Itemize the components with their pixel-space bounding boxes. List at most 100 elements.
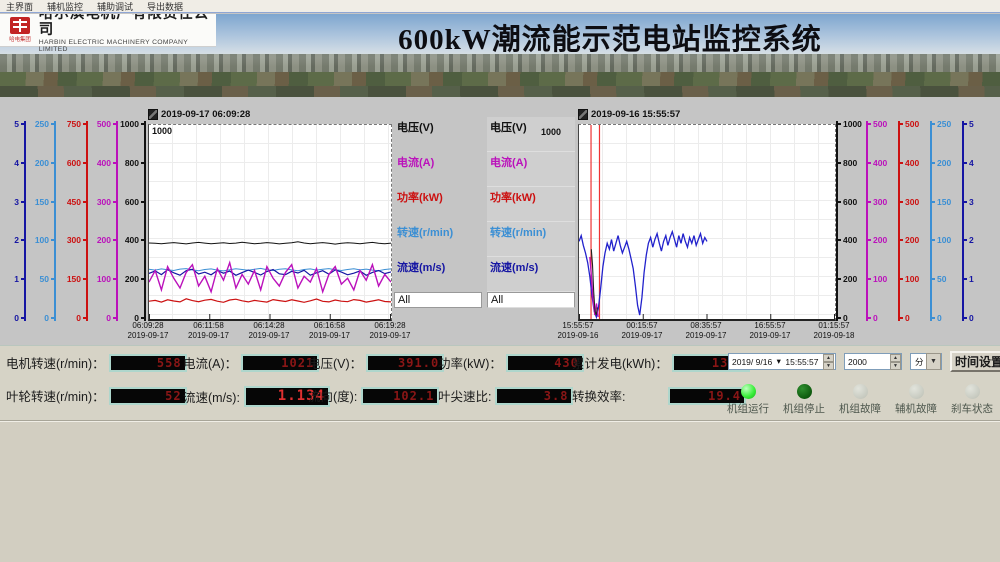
readout-cell: 叶尖速比:3.8 [438,386,573,405]
duration-input[interactable]: 2000 ▲▼ [844,353,902,370]
readout-label: 流速(m/s): [183,387,240,406]
right-x-axis-labels: 15:55:572019-09-1600:15:572019-09-1708:3… [578,321,834,343]
axis-tick-label: 500 [905,119,919,129]
indicator-dim: 机组停止 [776,384,832,416]
indicator-lamp [853,384,868,399]
right-chart-y-axes: 1000800600400200050040030020010005004003… [836,124,988,318]
x-tick-label: 16:55:572019-09-17 [750,321,791,342]
legend-item[interactable]: 电压(V) [487,117,575,152]
indicator-label: 机组运行 [720,401,776,416]
left-chart-y-axes: 5432102502001501005007506004503001500500… [2,124,146,318]
y-axis: 543210 [2,124,26,318]
realtime-trend-chart: 5432102502001501005007506004503001500500… [2,97,480,345]
axis-tick-label: 200 [35,158,49,168]
axis-tick-label: 150 [67,274,81,284]
axis-tick-label: 250 [35,119,49,129]
menu-bar: 主界面 辅机监控 辅助调试 导出数据 [0,0,1000,13]
axis-tick-label: 450 [67,197,81,207]
legend-item[interactable]: 功率(kW) [394,187,482,222]
indicator-lamp [741,384,756,399]
readout-cell: 功率(kW)：430 [438,353,584,372]
axis-tick-label: 1000 [843,119,862,129]
menu-item[interactable]: 主界面 [6,0,33,13]
axis-tick-label: 400 [125,235,139,245]
axis-tick-label: 300 [67,235,81,245]
chart-band: 5432102502001501005007506004503001500500… [0,97,1000,345]
readout-cell: 流向(度):102.1 [308,386,439,405]
axis-tick-label: 200 [97,235,111,245]
legend-item[interactable]: 流速(m/s) [487,257,575,292]
y-axis: 10008006004002000 [118,124,146,318]
trend-tool-icon[interactable] [148,109,158,120]
axis-tick-label: 0 [14,313,19,323]
legend-item[interactable]: All [487,292,575,308]
y-axis: 5004003002001000 [866,124,898,318]
axis-tick-label: 0 [843,313,848,323]
x-tick-label: 06:16:582019-09-17 [309,321,350,342]
time-spinner[interactable]: ▲▼ [823,354,834,369]
led-display: 391.0 [366,354,444,372]
axis-tick-label: 250 [937,119,951,129]
history-trend-chart: 电压(V)电流(A)功率(kW)转速(r/min)流速(m/s)All 2019… [486,97,998,345]
axis-tick-label: 3 [14,197,19,207]
indicator-label: 辅机故障 [888,401,944,416]
chart-timestamp: 2019-09-16 15:55:57 [591,109,680,120]
legend-item[interactable]: 电流(A) [487,152,575,187]
legend-item[interactable]: 转速(r/min) [394,222,482,257]
axis-tick-label: 400 [873,158,887,168]
series-电流 [149,263,391,292]
left-plot-area[interactable]: 1000 [148,124,392,321]
axis-tick-label: 150 [35,197,49,207]
axis-tick-label: 1 [14,274,19,284]
panorama-foreground [0,86,1000,97]
legend-item[interactable]: 转速(r/min) [487,222,575,257]
axis-tick-label: 300 [97,197,111,207]
legend-item[interactable]: 电压(V) [394,117,482,152]
axis-tick-label: 100 [97,274,111,284]
legend-item[interactable]: 流速(m/s) [394,257,482,292]
right-plot-area[interactable]: 1000 [578,124,836,321]
y-axis: 10008006004002000 [836,124,866,318]
axis-tick-label: 4 [969,158,974,168]
led-display: 3.8 [495,387,573,405]
legend-item[interactable]: All [394,292,482,308]
axis-tick-label: 150 [937,197,951,207]
indicator-off: 辅机故障 [888,384,944,416]
menu-item[interactable]: 辅机监控 [47,0,83,13]
readout-label: 转换效率: [572,386,664,405]
readout-cell: 电流(A)：1021 [183,353,319,372]
right-chart-legend: 电压(V)电流(A)功率(kW)转速(r/min)流速(m/s)All [487,117,575,308]
chevron-down-icon[interactable]: ▼ [926,353,941,370]
axis-tick-label: 800 [125,158,139,168]
legend-item[interactable]: 功率(kW) [487,187,575,222]
unit-select[interactable]: 分 ▼ [910,353,942,370]
axis-tick-label: 2 [969,235,974,245]
axis-tick-label: 200 [873,235,887,245]
duration-spinner[interactable]: ▲▼ [890,354,901,369]
axis-tick-label: 0 [76,313,81,323]
axis-tick-label: 800 [843,158,857,168]
readout-cell: 累计发电(kWh)：1349 [572,353,750,372]
axis-tick-label: 500 [873,119,887,129]
menu-item[interactable]: 辅助调试 [97,0,133,13]
led-display: 102.1 [361,387,439,405]
trend-tool-icon[interactable] [578,109,588,120]
x-tick-label: 15:55:572019-09-16 [558,321,599,342]
menu-item[interactable]: 导出数据 [147,0,183,13]
axis-tick-label: 500 [97,119,111,129]
datetime-picker[interactable]: 2019/ 9/16 ▾ 15:55:57 ▲▼ [728,353,836,370]
axis-tick-label: 1 [969,274,974,284]
readout-label: 流向(度): [308,386,357,405]
readout-label: 叶尖速比: [438,386,491,405]
left-x-axis-labels: 06:09:282019-09-1706:11:582019-09-1706:1… [148,321,390,343]
time-set-button[interactable]: 时间设置 [950,351,1000,372]
time-controls: 2019/ 9/16 ▾ 15:55:57 ▲▼ 2000 ▲▼ 分 ▼ 时间设… [728,351,1000,372]
chevron-down-icon[interactable]: ▾ [777,356,781,367]
axis-tick-label: 300 [873,197,887,207]
axis-tick-label: 50 [40,274,49,284]
legend-item[interactable]: 电流(A) [394,152,482,187]
y-axis: 250200150100500 [930,124,962,318]
indicator-off: 机组故障 [832,384,888,416]
page-title: 600kW潮流能示范电站监控系统 [230,16,990,58]
axis-tick-label: 100 [937,235,951,245]
